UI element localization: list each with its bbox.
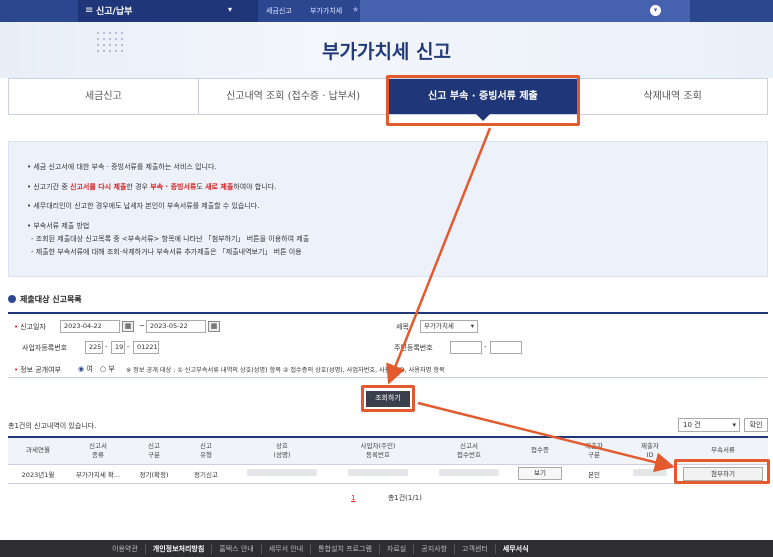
notice-line: • 세금 신고서에 대한 부속 · 증빙서류를 제출하는 서비스 입니다. [27,163,217,171]
col-submitter: 제출자 구분 [566,436,622,465]
cell-receipt: 보기 [514,464,566,484]
highlight-box-attach [674,459,770,484]
dash: - [484,343,487,351]
menu-title[interactable]: 신고/납부 [96,4,132,17]
page-size-select[interactable]: 10 건 ▾ [678,418,740,432]
highlight-box-tab [386,75,580,126]
pagination: 1 총1건(1/1) [0,493,773,503]
notice-line: - 제출한 부속서류에 대해 조회·삭제하거나 부속서류 추가제출은 「제출내역… [31,248,302,256]
favorite-star-icon[interactable]: ★ [352,5,359,14]
bizno-input-1[interactable]: 225 [85,341,103,354]
notice-line: - 조회된 제출대상 신고목록 중 <부속서류> 항목에 나타난 「첨부하기」 … [31,235,310,243]
resno-label: 주민등록번호 [394,344,433,352]
table-header-row: 과세연월 신고서 종류 신고 구분 신고 유형 상호 (성명) 사업자(주민) 등록번호 … [8,436,768,465]
footer-archive[interactable]: 자료실 [380,544,415,554]
breadcrumb-item[interactable]: 세금신고 [266,6,292,16]
page-number[interactable]: 1 [351,494,355,502]
bizno-label: 사업자등록번호 [22,344,68,352]
calendar-icon[interactable]: ▦ [208,321,220,332]
cell-period: 2023년1월 [8,464,68,484]
dash: - [127,343,130,351]
notice-emphasis: 부속 · 증빙서류 [150,183,197,191]
result-count: 총1건의 신고내역이 있습니다. [8,422,97,430]
table-row: 2023년1월 부가가치세 확... 정기(확정) 정기신고 보기 본인 첨부하… [8,464,768,484]
cell-regno-redacted [332,464,424,484]
chevron-down-circle-icon[interactable]: ▾ [650,5,661,16]
date-to-input[interactable]: 2023-05-22 [146,320,206,333]
page-total: 총1건(1/1) [387,494,422,502]
footer-customer[interactable]: 고객센터 [455,544,496,554]
search-form: • 신고일자 2023-04-22 ▦ ~ 2023-05-22 ▦ 세목 부가가… [8,312,768,378]
notice-line: • 신고기간 중 신고서를 다시 제출한 경우 부속 · 증빙서류도 새로 제출… [27,182,276,192]
page-title: 부가가치세 신고 [322,41,451,63]
menu-icon[interactable]: ≡ [85,5,93,16]
cell-type: 정기신고 [180,464,232,484]
breadcrumb-bar [360,0,690,22]
notice-line: • 세무대리인이 신고한 경우에도 납세자 본인이 부속서류를 제출할 수 있습… [27,202,260,210]
cell-receipt-no-redacted [424,464,514,484]
chevron-down-icon[interactable]: ▾ [228,5,232,14]
resno-input-1[interactable] [450,341,482,354]
period-label: • 신고일자 [14,323,46,331]
col-name: 상호 (성명) [232,436,332,465]
bullet-icon [8,295,16,303]
report-table: 과세연월 신고서 종류 신고 구분 신고 유형 상호 (성명) 사업자(주민) 등록번호 … [8,436,768,484]
cell-name-redacted [232,464,332,484]
tilde: ~ [139,322,145,330]
col-period: 과세연월 [8,436,68,465]
notice-box: • 세금 신고서에 대한 부속 · 증빙서류를 제출하는 서비스 입니다. • … [8,141,768,277]
footer: 이용약관 개인정보처리방침 홈택스 안내 세무서 안내 통합설치 프로그램 자료… [0,540,773,557]
resno-input-2[interactable] [490,341,522,354]
tab-report-history[interactable]: 신고내역 조회 (접수증 · 납부서) [199,79,389,114]
col-regno: 사업자(주민) 등록번호 [332,436,424,465]
col-submitter-id: 제출자 ID [622,436,678,465]
date-from-input[interactable]: 2023-04-22 [60,320,120,333]
notice-text: • 신고기간 중 [27,183,71,191]
cell-submitter-id-redacted [622,464,678,484]
bizno-input-3[interactable]: 01221 [133,341,159,354]
notice-line: • 부속서류 제출 방법 [27,222,90,230]
col-div: 신고 구분 [128,436,180,465]
breadcrumb-item[interactable]: 부가가치세 [310,6,342,16]
section-title: 제출대상 신고목록 [8,294,82,305]
col-receipt-no: 신고서 접수번호 [424,436,514,465]
tax-label: 세목 [396,323,409,331]
footer-office-guide[interactable]: 세무서 안내 [262,544,312,554]
top-nav: ≡ 신고/납부 ▾ 세금신고 부가가치세 ★ ▾ [0,0,773,22]
highlight-box-search [361,385,415,412]
notice-emphasis: 신고서를 다시 제출 [70,183,127,191]
tab-deleted-history[interactable]: 삭제내역 조회 [578,79,767,114]
footer-notice[interactable]: 공지사항 [414,544,456,554]
footer-forms[interactable]: 세무서식 [496,544,536,554]
notice-emphasis: 새로 제출 [205,183,234,191]
notice-text: 한 경우 [126,183,151,191]
calendar-icon[interactable]: ▦ [122,321,134,332]
page-header: 부가가치세 신고 [0,22,773,78]
footer-privacy[interactable]: 개인정보처리방침 [146,544,213,554]
notice-text: 도 [196,183,206,191]
tax-select[interactable]: 부가가치세 ▾ [420,320,478,333]
col-receipt: 접수증 [514,436,566,465]
cell-kind: 부가가치세 확... [68,464,128,484]
confirm-button[interactable]: 확인 [744,418,768,432]
section-title-text: 제출대상 신고목록 [20,295,82,304]
radio-yes[interactable]: ◉ 여 [78,364,93,374]
notice-text: 하여야 합니다. [233,183,277,191]
cell-submitter: 본인 [566,464,622,484]
view-receipt-button[interactable]: 보기 [518,467,562,480]
tab-tax-report[interactable]: 세금신고 [9,79,199,114]
open-label: • 정보 공개여부 [14,366,62,374]
bizno-input-2[interactable]: 19 [111,341,125,354]
footer-hometax-guide[interactable]: 홈택스 안내 [212,544,262,554]
open-note: ※ 정보 공개 대상 : ① 신고부속서류 내역의 상호(성명) 항목 ② 접수… [126,367,445,374]
dash: - [105,343,108,351]
footer-install[interactable]: 통합설치 프로그램 [311,544,380,554]
radio-no[interactable]: ○ 부 [100,364,115,374]
footer-terms[interactable]: 이용약관 [105,544,146,554]
col-type: 신고 유형 [180,436,232,465]
col-kind: 신고서 종류 [68,436,128,465]
cell-div: 정기(확정) [128,464,180,484]
